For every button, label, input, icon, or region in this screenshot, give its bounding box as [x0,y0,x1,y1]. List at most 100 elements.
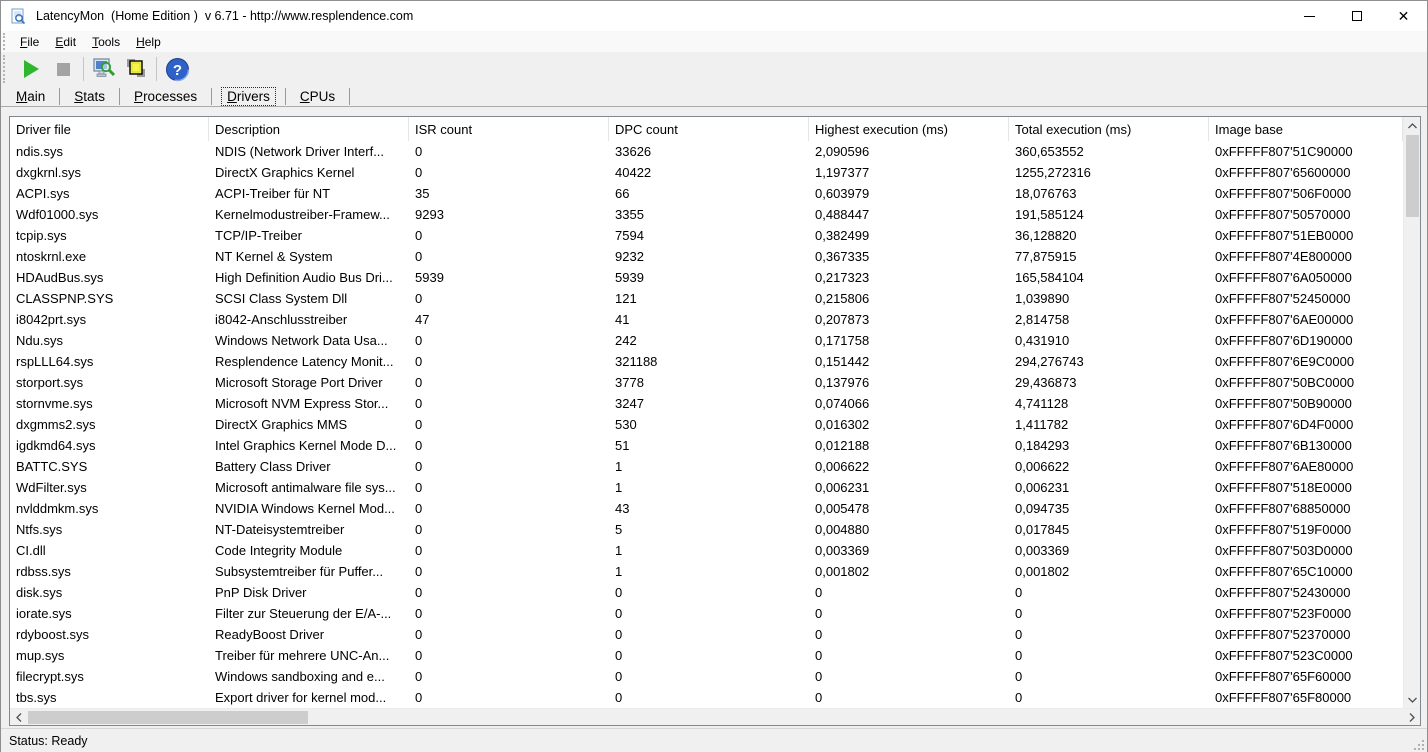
scroll-up-icon[interactable] [1404,117,1421,134]
minimize-button[interactable] [1286,1,1333,31]
table-row[interactable]: rdbss.sysSubsystemtreiber für Puffer...0… [10,561,1403,582]
table-row[interactable]: Ndu.sysWindows Network Data Usa...02420,… [10,330,1403,351]
cell: 0 [1009,582,1209,603]
cell: 0 [609,582,809,603]
table-row[interactable]: dxgkrnl.sysDirectX Graphics Kernel040422… [10,162,1403,183]
cell: 29,436873 [1009,372,1209,393]
cell: 294,276743 [1009,351,1209,372]
cell: 0,184293 [1009,435,1209,456]
tab-drivers[interactable]: Drivers [221,87,276,106]
cell: 0xFFFFF807'6AE00000 [1209,309,1403,330]
horizontal-scroll-thumb[interactable] [28,711,308,724]
table-row[interactable]: filecrypt.sysWindows sandboxing and e...… [10,666,1403,687]
copy-button[interactable] [121,55,151,83]
table-row[interactable]: ntoskrnl.exeNT Kernel & System092320,367… [10,246,1403,267]
cell: 3247 [609,393,809,414]
cell: filecrypt.sys [10,666,209,687]
table-row[interactable]: igdkmd64.sysIntel Graphics Kernel Mode D… [10,435,1403,456]
table-row[interactable]: storport.sysMicrosoft Storage Port Drive… [10,372,1403,393]
column-header-highest-execution-ms-[interactable]: Highest execution (ms) [809,117,1009,141]
cell: 0 [409,351,609,372]
menu-bar: FileEditToolsHelp [1,31,1427,52]
table-row[interactable]: stornvme.sysMicrosoft NVM Express Stor..… [10,393,1403,414]
cell: 0,004880 [809,519,1009,540]
cell: 0,215806 [809,288,1009,309]
table-row[interactable]: iorate.sysFilter zur Steuerung der E/A-.… [10,603,1403,624]
table-row[interactable]: BATTC.SYSBattery Class Driver010,0066220… [10,456,1403,477]
column-header-isr-count[interactable]: ISR count [409,117,609,141]
tab-processes[interactable]: Processes [129,88,202,105]
cell: 0 [409,603,609,624]
cell: 2,814758 [1009,309,1209,330]
table-row[interactable]: ACPI.sysACPI-Treiber für NT35660,6039791… [10,183,1403,204]
cell: 0,094735 [1009,498,1209,519]
cell: 7594 [609,225,809,246]
vertical-scrollbar[interactable] [1403,117,1420,708]
tab-main[interactable]: Main [11,88,50,105]
cell: 0xFFFFF807'506F0000 [1209,183,1403,204]
menu-help[interactable]: Help [128,33,169,51]
maximize-button[interactable] [1333,1,1380,31]
column-header-driver-file[interactable]: Driver file [10,117,209,141]
cell: NT-Dateisystemtreiber [209,519,409,540]
cell: nvlddmkm.sys [10,498,209,519]
cell: 0,137976 [809,372,1009,393]
menu-edit[interactable]: Edit [47,33,84,51]
table-row[interactable]: i8042prt.sysi8042-Anschlusstreiber47410,… [10,309,1403,330]
menu-file[interactable]: File [12,33,47,51]
table-row[interactable]: dxgmms2.sysDirectX Graphics MMS05300,016… [10,414,1403,435]
scroll-right-icon[interactable] [1403,709,1420,726]
table-row[interactable]: Ntfs.sysNT-Dateisystemtreiber050,0048800… [10,519,1403,540]
table-row[interactable]: mup.sysTreiber für mehrere UNC-An...0000… [10,645,1403,666]
cell: 0xFFFFF807'52430000 [1209,582,1403,603]
cell: 321188 [609,351,809,372]
table-row[interactable]: WdFilter.sysMicrosoft antimalware file s… [10,477,1403,498]
table-row[interactable]: disk.sysPnP Disk Driver00000xFFFFF807'52… [10,582,1403,603]
cell: CI.dll [10,540,209,561]
cell: tcpip.sys [10,225,209,246]
table-row[interactable]: HDAudBus.sysHigh Definition Audio Bus Dr… [10,267,1403,288]
table-row[interactable]: CI.dllCode Integrity Module010,0033690,0… [10,540,1403,561]
table-row[interactable]: CLASSPNP.SYSSCSI Class System Dll01210,2… [10,288,1403,309]
resize-grip-icon[interactable] [1412,738,1425,751]
table-row[interactable]: tcpip.sysTCP/IP-Treiber075940,38249936,1… [10,225,1403,246]
cell: 242 [609,330,809,351]
table-row[interactable]: nvlddmkm.sysNVIDIA Windows Kernel Mod...… [10,498,1403,519]
scroll-down-icon[interactable] [1404,691,1421,708]
table-row[interactable]: rdyboost.sysReadyBoost Driver00000xFFFFF… [10,624,1403,645]
cell: 0 [609,645,809,666]
menu-tools[interactable]: Tools [84,33,128,51]
cell: 1255,272316 [1009,162,1209,183]
cell: ReadyBoost Driver [209,624,409,645]
close-button[interactable]: ✕ [1380,1,1427,31]
cell: 0,003369 [1009,540,1209,561]
column-header-total-execution-ms-[interactable]: Total execution (ms) [1009,117,1209,141]
cell: 0 [409,288,609,309]
cell: 0xFFFFF807'6A050000 [1209,267,1403,288]
vertical-scroll-thumb[interactable] [1406,135,1419,217]
column-header-image-base[interactable]: Image base [1209,117,1403,141]
cell: 0xFFFFF807'523C0000 [1209,645,1403,666]
start-monitor-button[interactable] [16,55,46,83]
scroll-left-icon[interactable] [10,709,27,726]
column-header-description[interactable]: Description [209,117,409,141]
table-row[interactable]: Wdf01000.sysKernelmodustreiber-Framew...… [10,204,1403,225]
cell: 0,006231 [809,477,1009,498]
column-header-dpc-count[interactable]: DPC count [609,117,809,141]
cell: High Definition Audio Bus Dri... [209,267,409,288]
horizontal-scrollbar[interactable] [10,708,1420,725]
tab-stats[interactable]: Stats [69,88,110,105]
cell: 0 [1009,645,1209,666]
cell: 0,003369 [809,540,1009,561]
table-row[interactable]: ndis.sysNDIS (Network Driver Interf...03… [10,141,1403,162]
cell: 0 [409,645,609,666]
tab-cpus[interactable]: CPUs [295,88,340,105]
stop-monitor-button[interactable] [48,55,78,83]
table-row[interactable]: tbs.sysExport driver for kernel mod...00… [10,687,1403,708]
table-row[interactable]: rspLLL64.sysResplendence Latency Monit..… [10,351,1403,372]
help-button[interactable]: ? [162,55,192,83]
cell: 0 [1009,603,1209,624]
cell: 0 [409,393,609,414]
analyze-button[interactable] [89,55,119,83]
cell: 0 [809,624,1009,645]
